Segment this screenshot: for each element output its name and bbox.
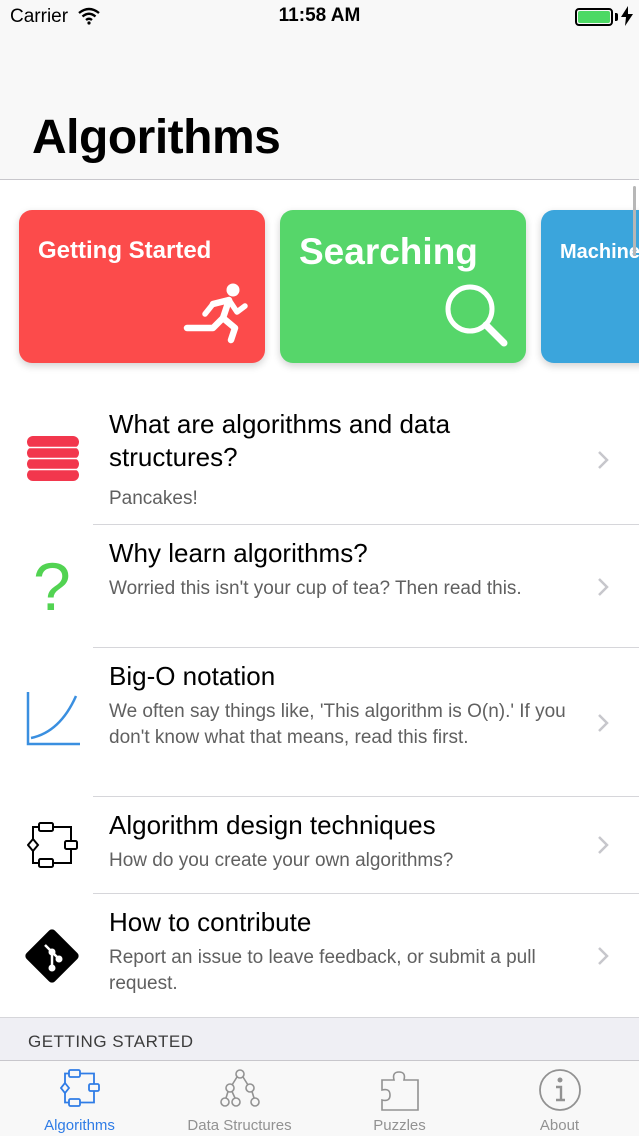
database-icon — [27, 436, 79, 487]
tab-label: Puzzles — [373, 1117, 426, 1134]
list-item[interactable]: ? Why learn algorithms? Worried this isn… — [0, 525, 639, 648]
battery-cap — [615, 13, 618, 21]
chevron-right-icon — [597, 946, 609, 971]
row-subtitle: We often say things like, 'This algorith… — [109, 701, 566, 748]
category-carousel[interactable]: Getting Started Searching Machine — [0, 180, 639, 390]
row-subtitle: Pancakes! — [109, 488, 198, 509]
flowchart-icon — [0, 1068, 159, 1113]
card-getting-started[interactable]: Getting Started — [19, 210, 265, 363]
card-title: Getting Started — [38, 237, 212, 264]
battery-icon — [575, 8, 613, 26]
card-title: Searching — [299, 231, 478, 272]
tab-label: Data Structures — [187, 1117, 292, 1134]
list-item[interactable]: Big-O notation We often say things like,… — [0, 648, 639, 797]
clock: 11:58 AM — [278, 5, 361, 26]
running-person-icon — [183, 282, 249, 349]
navigation-bar: Algorithms — [0, 36, 639, 180]
row-subtitle: How do you create your own algorithms? — [109, 850, 454, 871]
magnifier-icon — [443, 282, 509, 353]
page-title: Algorithms — [32, 111, 281, 164]
flowchart-icon — [26, 821, 79, 874]
row-subtitle: Report an issue to leave feedback, or su… — [109, 947, 536, 994]
list-item[interactable]: What are algorithms and data structures?… — [0, 392, 639, 525]
scroll-indicator[interactable] — [633, 186, 636, 256]
card-machine[interactable]: Machine — [541, 210, 639, 363]
row-title: What are algorithms and data structures? — [109, 409, 451, 472]
growth-graph-icon — [24, 692, 82, 753]
charging-bolt-icon — [621, 6, 633, 31]
tab-data-structures[interactable]: Data Structures — [160, 1061, 319, 1136]
row-title: Algorithm design techniques — [109, 810, 436, 840]
chevron-right-icon — [597, 713, 609, 738]
tab-label: About — [539, 1117, 580, 1134]
row-title: How to contribute — [109, 907, 312, 937]
section-header: GETTING STARTED — [0, 1017, 639, 1061]
row-subtitle: Worried this isn't your cup of tea? Then… — [109, 578, 522, 599]
tree-icon — [160, 1068, 319, 1113]
chevron-right-icon — [597, 835, 609, 860]
list-item[interactable]: How to contribute Report an issue to lea… — [0, 894, 639, 1017]
status-bar: Carrier 11:58 AM — [0, 0, 639, 36]
info-icon — [480, 1068, 639, 1117]
card-title: Machine — [560, 241, 639, 263]
list-item[interactable]: Algorithm design techniques How do you c… — [0, 797, 639, 894]
chevron-right-icon — [597, 450, 609, 475]
row-title: Big-O notation — [109, 661, 276, 691]
tab-puzzles[interactable]: Puzzles — [320, 1061, 479, 1136]
screen: Carrier 11:58 AM Algorithms Getting Star… — [0, 0, 639, 1136]
puzzle-icon — [320, 1068, 479, 1117]
card-searching[interactable]: Searching — [280, 210, 526, 363]
tab-label: Algorithms — [44, 1117, 115, 1134]
section-header-label: GETTING STARTED — [28, 1032, 194, 1051]
git-icon — [23, 927, 81, 990]
row-title: Why learn algorithms? — [109, 538, 368, 568]
question-mark-icon: ? — [33, 549, 71, 625]
tab-algorithms[interactable]: Algorithms — [0, 1061, 159, 1136]
tab-bar: Algorithms Data Structures Puzzles About — [0, 1060, 639, 1136]
tab-about[interactable]: About — [480, 1061, 639, 1136]
chevron-right-icon — [597, 577, 609, 602]
